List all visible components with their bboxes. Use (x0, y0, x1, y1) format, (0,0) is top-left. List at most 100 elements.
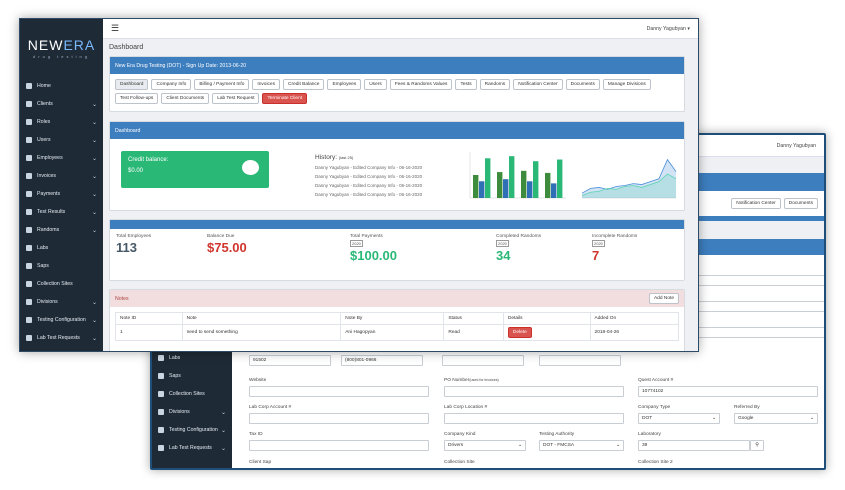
credit-balance-label: Credit balance: (128, 157, 169, 163)
lab-test-request-button[interactable]: Lab Test Request (212, 93, 260, 104)
notes-table-wrap: Note ID Note Note By Status Details Added On … (110, 307, 684, 346)
company-type-select[interactable]: DOT ⌄ (638, 413, 720, 424)
employees-button[interactable]: Employees (327, 79, 362, 90)
fees-randoms-values-button[interactable]: Fees & Randoms Values (389, 79, 453, 90)
sidebar-item-invoices[interactable]: Invoices ⌄ (20, 167, 103, 185)
test-follow-ups-button[interactable]: Test Follow-ups (115, 93, 159, 104)
sidebar-nav: Home Clients ⌄ Roles ⌄ Users ⌄ Employees ⌄ Invoic… (20, 77, 103, 347)
top-bar: ☰ Danny Yagubyan ▾ (103, 19, 698, 39)
lab-corp-account-field[interactable] (249, 413, 429, 424)
bar (521, 170, 527, 198)
table-row: 1 need to send something Ani Hagopyan Read D… (115, 324, 680, 341)
sidebar-item-employees[interactable]: Employees ⌄ (20, 149, 103, 167)
client-button-bar: Dashboard Company Info Billing / Payment I… (110, 74, 684, 109)
nav-icon (26, 245, 32, 251)
column-header-note: Note (181, 312, 342, 325)
notification-center-button[interactable]: Notification Center (513, 79, 563, 90)
fax-field[interactable] (442, 355, 524, 366)
table-cell: Delete (502, 324, 591, 341)
chevron-down-icon: ⌄ (91, 173, 97, 180)
testing-authority-select[interactable]: DOT - FMCSA ⌄ (539, 440, 624, 451)
documents-button[interactable]: Documents (783, 198, 818, 209)
chevron-down-icon: ⌄ (517, 443, 522, 448)
documents-button[interactable]: Documents (565, 79, 600, 90)
sidebar-item-divisions[interactable]: Divisions ⌄ (20, 293, 103, 311)
sidebar-item-saps[interactable]: Saps (152, 367, 232, 385)
sidebar-item-divisions[interactable]: Divisions ⌄ (152, 403, 232, 421)
laboratory-label: Laboratory (638, 432, 661, 437)
notes-card: Notes Add Note Note ID Note Note By Status D… (109, 289, 685, 351)
sidebar-item-testing-configuration[interactable]: Testing Configuration ⌄ (20, 311, 103, 329)
invoices-button[interactable]: Invoices (252, 79, 281, 90)
company-info-button[interactable]: Company Info (151, 79, 192, 90)
bar (485, 158, 491, 198)
collection-site-2-label: Collection Site 2 (638, 460, 673, 465)
po-number-field[interactable] (444, 386, 624, 397)
sidebar-item-randoms[interactable]: Randoms ⌄ (20, 221, 103, 239)
referred-by-label: Referred By (734, 405, 760, 410)
nav-icon (26, 137, 32, 143)
sidebar-item-label: Labs (37, 245, 49, 251)
sidebar-item-payments[interactable]: Payments ⌄ (20, 185, 103, 203)
add-note-button[interactable]: Add Note (648, 293, 679, 304)
dashboard-button[interactable]: Dashboard (115, 79, 149, 90)
quest-account-field[interactable]: 10774102 (638, 386, 818, 397)
notification-center-button[interactable]: Notification Center (731, 198, 781, 209)
chevron-down-icon: ⌄ (91, 227, 97, 234)
phone-field[interactable]: (800)801-0966 (341, 355, 423, 366)
nav-icon (26, 101, 32, 107)
history-entry: Danny Yagubyan - Edited Company Info - 0… (315, 192, 423, 197)
menu-toggle-icon[interactable]: ☰ (111, 23, 119, 34)
sidebar-item-testing-configuration[interactable]: Testing Configuration ⌄ (152, 421, 232, 439)
delete-button[interactable]: Delete (507, 327, 532, 338)
form-input-c[interactable] (686, 327, 824, 338)
form-input-b[interactable] (686, 301, 824, 312)
year-select[interactable]: 2020 (350, 240, 363, 247)
nav-icon (26, 317, 32, 323)
year-select[interactable]: 2020 (592, 240, 605, 247)
year-select[interactable]: 2020 (496, 240, 509, 247)
billing-payment-info-button[interactable]: Billing / Payment Info (194, 79, 250, 90)
terminate-client-button[interactable]: Terminate Client (262, 93, 308, 104)
sidebar-item-test-results[interactable]: Test Results ⌄ (20, 203, 103, 221)
company-kind-select[interactable]: Drivers ⌄ (444, 440, 526, 451)
randoms-button[interactable]: Randoms (479, 79, 511, 90)
quest-account-label: Quest Account # (638, 378, 674, 383)
sidebar-item-roles[interactable]: Roles ⌄ (20, 113, 103, 131)
chevron-down-icon: ⌄ (220, 427, 226, 434)
sidebar-item-collection-sites[interactable]: Collection Sites (152, 385, 232, 403)
sidebar-item-label: Roles (37, 119, 51, 125)
sidebar-item-users[interactable]: Users ⌄ (20, 131, 103, 149)
sidebar-item-saps[interactable]: Saps (20, 257, 103, 275)
search-icon: ⚲ (755, 443, 759, 448)
form-input-a[interactable] (686, 275, 824, 286)
users-button[interactable]: Users (364, 79, 387, 90)
sidebar-item-lab-test-requests[interactable]: Lab Test Requests ⌄ (20, 329, 103, 347)
laboratory-field[interactable]: 39 (638, 440, 750, 451)
sidebar-item-collection-sites[interactable]: Collection Sites (20, 275, 103, 293)
stat-label: Completed Randoms (496, 234, 542, 239)
tax-id-field[interactable] (249, 440, 429, 451)
extra-field[interactable] (539, 355, 621, 366)
sidebar-item-lab-test-requests[interactable]: Lab Test Requests ⌄ (152, 439, 232, 457)
manage-divisions-button[interactable]: Manage Divisions (602, 79, 651, 90)
sidebar-item-home[interactable]: Home (20, 77, 103, 95)
credit-balance-button[interactable]: Credit Balance (283, 79, 325, 90)
stat-value: $75.00 (207, 240, 247, 255)
logo: NEWERA drug testing (27, 37, 96, 59)
user-menu[interactable]: Danny Yagubyan ▾ (647, 26, 690, 32)
website-field[interactable] (249, 386, 429, 397)
client-documents-button[interactable]: Client Documents (161, 93, 210, 104)
sidebar-item-clients[interactable]: Clients ⌄ (20, 95, 103, 113)
referred-by-select[interactable]: Google ⌄ (734, 413, 818, 424)
sidebar-item-labs[interactable]: Labs (20, 239, 103, 257)
bar (557, 159, 563, 198)
zip-field[interactable]: 91502 (249, 355, 331, 366)
tests-button[interactable]: Tests (455, 79, 477, 90)
bar (533, 161, 539, 198)
stat-total-employees: Total Employees 113 (116, 234, 151, 255)
user-menu[interactable]: Danny Yagubyan (777, 143, 816, 149)
lab-corp-location-field[interactable] (444, 413, 624, 424)
search-button[interactable]: ⚲ (750, 440, 764, 451)
bar (479, 181, 485, 198)
